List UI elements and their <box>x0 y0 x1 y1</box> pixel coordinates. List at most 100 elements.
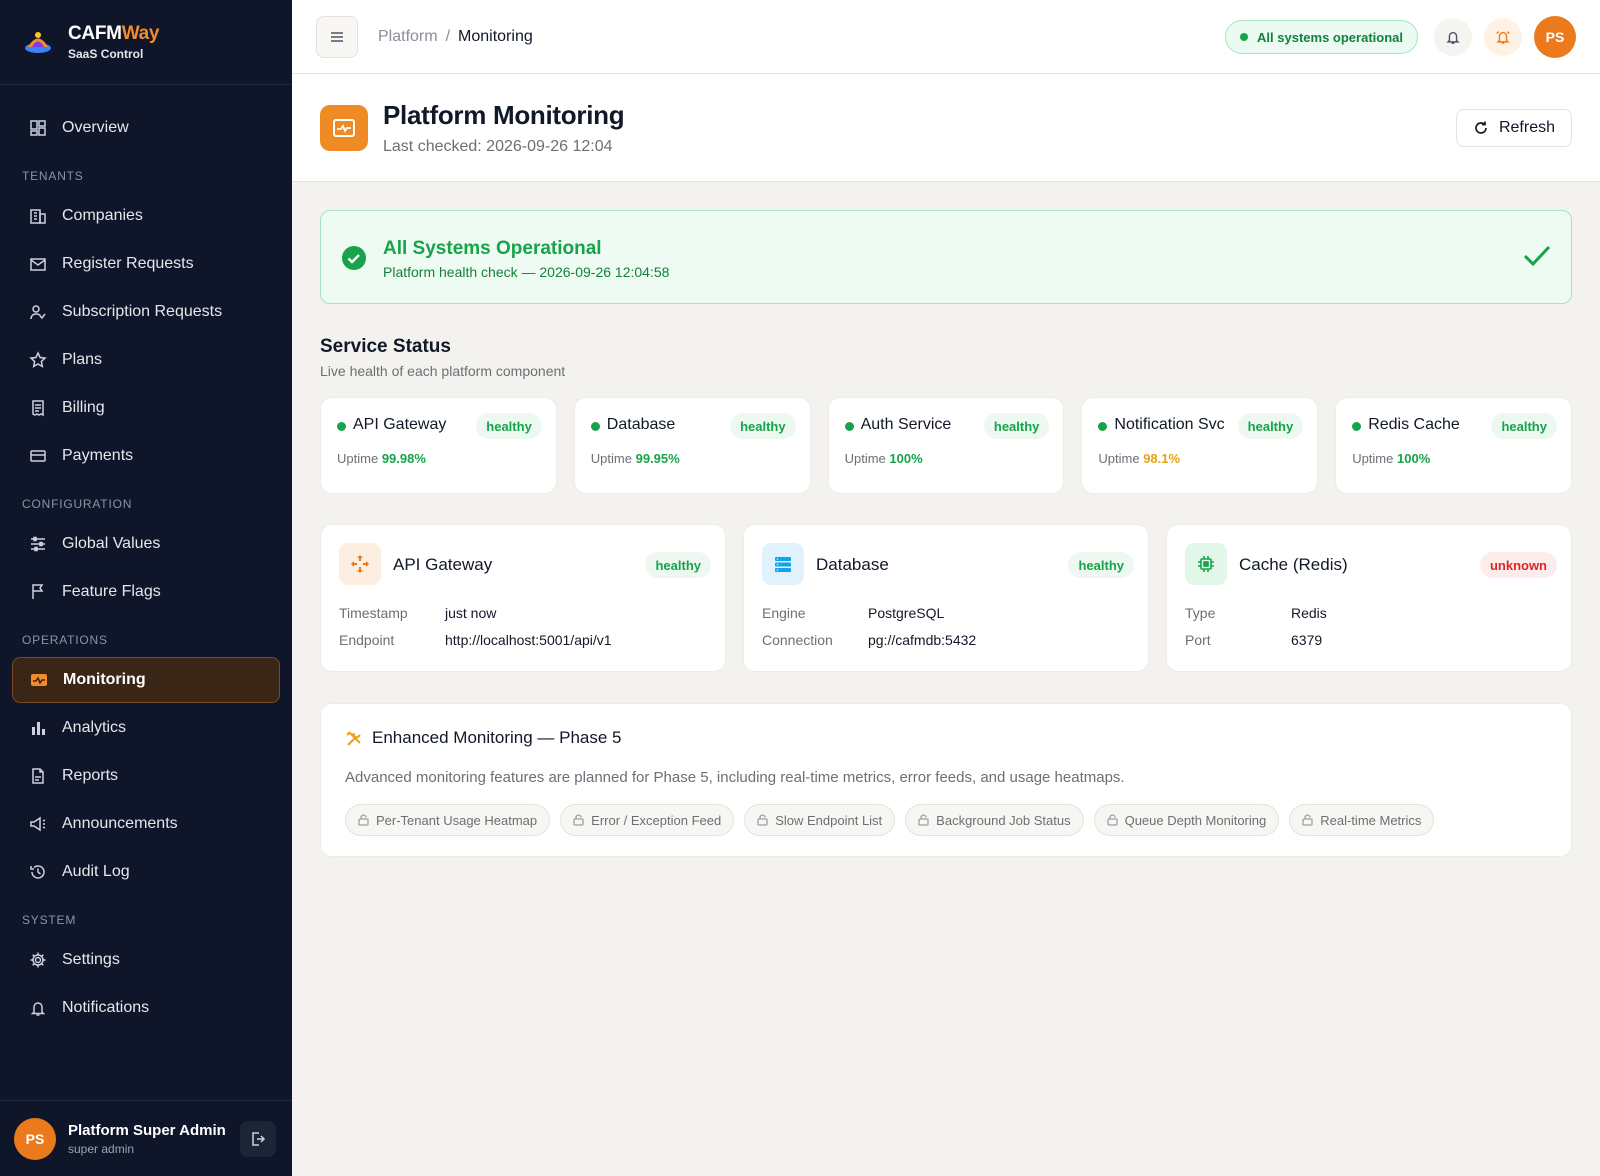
feature-chip: Per-Tenant Usage Heatmap <box>345 804 551 836</box>
service-name: Notification Svc <box>1114 416 1225 433</box>
sliders-icon <box>28 534 48 554</box>
detail-title: API Gateway <box>393 555 493 574</box>
feature-chip: Error / Exception Feed <box>560 804 735 836</box>
service-uptime: Uptime 100% <box>1352 451 1431 466</box>
status-badge: healthy <box>1491 413 1557 439</box>
checkmark-icon <box>1523 245 1551 267</box>
file-icon <box>28 766 48 786</box>
user-check-icon <box>28 302 48 322</box>
enhanced-monitoring-card: Enhanced Monitoring — Phase 5 Advanced m… <box>320 703 1572 857</box>
star-icon <box>28 350 48 370</box>
detail-row: Endpoint http://localhost:5001/api/v1 <box>339 632 612 648</box>
breadcrumb-current: Monitoring <box>458 27 533 45</box>
receipt-icon <box>28 398 48 418</box>
sidebar-nav: Overview TENANTS Companies Register Requ… <box>0 85 292 1031</box>
sidebar-item-companies[interactable]: Companies <box>12 193 280 239</box>
check-circle-icon <box>342 246 366 270</box>
service-card-redis-cache[interactable]: Redis Cache healthy Uptime 100% <box>1335 397 1572 494</box>
nav-section-tenants: TENANTS <box>22 169 84 183</box>
service-uptime: Uptime 99.98% <box>337 451 426 466</box>
lock-icon <box>1302 814 1313 826</box>
lock-icon <box>918 814 929 826</box>
topbar: Platform / Monitoring All systems operat… <box>292 0 1600 74</box>
service-card-auth-service[interactable]: Auth Service healthy Uptime 100% <box>827 397 1065 494</box>
sidebar-item-label: Reports <box>62 767 119 784</box>
avatar[interactable]: PS <box>14 1117 56 1160</box>
sidebar-item-label: Audit Log <box>62 863 130 880</box>
detail-row: Port 6379 <box>1185 632 1323 648</box>
bar-chart-icon <box>28 718 48 738</box>
sidebar-item-audit-log[interactable]: Audit Log <box>12 849 280 895</box>
detail-title: Cache (Redis) <box>1239 555 1348 574</box>
service-uptime: Uptime 99.95% <box>590 451 680 466</box>
sidebar-item-feature-flags[interactable]: Feature Flags <box>12 569 280 615</box>
alerts-button[interactable] <box>1484 18 1522 56</box>
refresh-button[interactable]: Refresh <box>1455 109 1572 147</box>
status-dot <box>844 422 854 431</box>
sidebar-item-label: Companies <box>62 207 143 224</box>
health-banner: All Systems Operational Platform health … <box>320 210 1572 304</box>
service-name: Database <box>606 416 676 433</box>
sidebar-item-label: Overview <box>62 119 129 136</box>
status-dot <box>337 422 346 431</box>
service-card-api-gateway[interactable]: API Gateway healthy Uptime 99.98% <box>320 397 557 494</box>
sidebar-item-analytics[interactable]: Analytics <box>12 705 280 751</box>
detail-card-cache-redis[interactable]: Cache (Redis) unknown Type Redis Port 6379 <box>1166 524 1572 672</box>
service-status-title: Service Status <box>320 336 451 357</box>
notifications-button[interactable] <box>1434 18 1472 56</box>
status-badge: healthy <box>1237 413 1304 439</box>
sidebar-item-monitoring[interactable]: Monitoring <box>12 657 280 703</box>
hamburger-icon <box>331 31 343 42</box>
sidebar-item-plans[interactable]: Plans <box>12 337 280 383</box>
sidebar-item-label: Monitoring <box>63 671 146 688</box>
lock-icon <box>358 814 369 826</box>
sidebar-item-settings[interactable]: Settings <box>12 937 280 983</box>
database-icon <box>762 543 804 585</box>
status-badge: healthy <box>730 413 796 439</box>
last-checked: Last checked: 2026-09-26 12:04 <box>383 138 613 155</box>
detail-card-api-gateway[interactable]: API Gateway healthy Timestamp just now En… <box>320 524 726 672</box>
brand-logo-icon <box>25 32 51 53</box>
detail-row: Timestamp just now <box>339 605 497 621</box>
sidebar-item-payments[interactable]: Payments <box>12 433 280 479</box>
bell-icon <box>28 998 48 1018</box>
sidebar-item-label: Register Requests <box>62 255 194 272</box>
brand-subtitle: SaaS Control <box>68 47 144 61</box>
menu-toggle-button[interactable] <box>316 15 358 58</box>
logout-button[interactable] <box>240 1120 276 1157</box>
sidebar: CAFMWay SaaS Control Overview TENANTS Co… <box>0 0 292 1176</box>
detail-card-database[interactable]: Database healthy Engine PostgreSQL Connec… <box>743 524 1149 672</box>
sidebar-item-global-values[interactable]: Global Values <box>12 521 280 567</box>
activity-icon <box>29 670 49 690</box>
refresh-label: Refresh <box>1498 119 1555 136</box>
sidebar-item-label: Billing <box>62 399 105 416</box>
sidebar-item-label: Payments <box>62 447 134 464</box>
service-status-cards: API Gateway healthy Uptime 99.98% Databa… <box>320 397 1572 494</box>
sidebar-item-reports[interactable]: Reports <box>12 753 280 799</box>
sidebar-item-notifications[interactable]: Notifications <box>12 985 280 1031</box>
service-name: API Gateway <box>353 416 447 433</box>
sidebar-item-label: Global Values <box>62 535 161 552</box>
sidebar-item-billing[interactable]: Billing <box>12 385 280 431</box>
sidebar-item-overview[interactable]: Overview <box>12 105 280 151</box>
status-dot <box>1352 422 1362 431</box>
flag-icon <box>28 582 48 602</box>
logout-icon <box>252 1131 266 1146</box>
sidebar-item-announcements[interactable]: Announcements <box>12 801 280 847</box>
sidebar-item-register-requests[interactable]: Register Requests <box>12 241 280 287</box>
sidebar-user: PS Platform Super Admin super admin <box>0 1100 292 1176</box>
service-card-database[interactable]: Database healthy Uptime 99.95% <box>573 397 811 494</box>
banner-title: All Systems Operational <box>383 238 602 259</box>
detail-row: Type Redis <box>1185 605 1327 621</box>
user-avatar-button[interactable]: PS <box>1534 16 1576 58</box>
service-status-subtitle: Live health of each platform component <box>320 363 566 379</box>
status-badge: unknown <box>1479 552 1557 578</box>
breadcrumb-root[interactable]: Platform <box>378 28 438 46</box>
sidebar-item-subscription-requests[interactable]: Subscription Requests <box>12 289 280 335</box>
service-card-notification-svc[interactable]: Notification Svc healthy Uptime 98.1% <box>1081 397 1319 494</box>
brand[interactable]: CAFMWay SaaS Control <box>0 0 292 85</box>
megaphone-icon <box>28 814 48 834</box>
mail-icon <box>28 254 48 274</box>
enhanced-title: Enhanced Monitoring — Phase 5 <box>372 728 622 747</box>
page-header: Platform Monitoring Last checked: 2026-0… <box>292 74 1600 182</box>
